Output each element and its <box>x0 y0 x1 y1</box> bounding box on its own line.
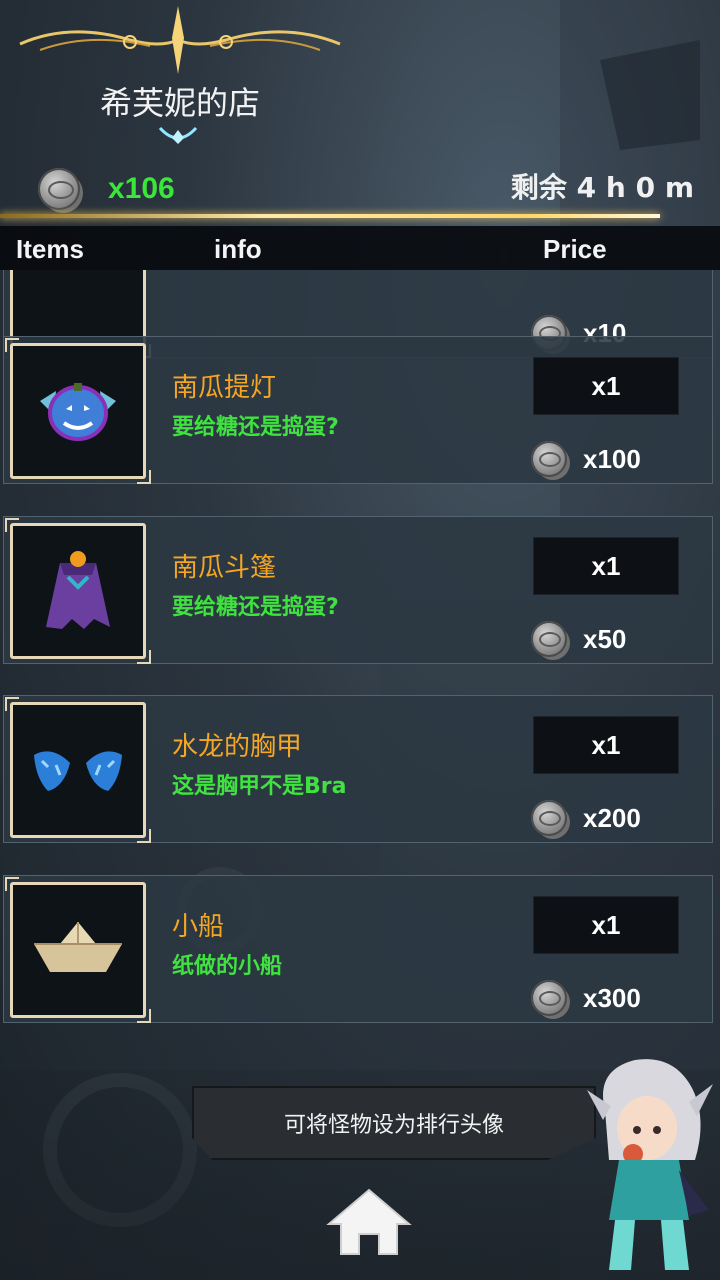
list-item[interactable]: 南瓜斗篷 要给糖还是捣蛋? x1 x50 <box>3 516 713 664</box>
coin-icon <box>531 441 567 477</box>
item-name: 水龙的胸甲 <box>172 732 303 762</box>
tip-bubble: 可将怪物设为排行头像 <box>192 1086 596 1160</box>
item-list[interactable]: x10 南瓜提灯 要给糖还是捣蛋? x1 x100 南瓜斗篷 要给糖还是捣蛋? … <box>0 270 720 1065</box>
list-item[interactable]: 南瓜提灯 要给糖还是捣蛋? x1 x100 <box>3 336 713 484</box>
shop-title: 希芙妮的店 <box>99 84 260 122</box>
buy-quantity-button[interactable]: x1 <box>533 716 679 774</box>
column-price: Price <box>543 234 607 264</box>
coin-count: x106 <box>108 172 175 205</box>
item-price: x300 <box>531 980 641 1016</box>
npc-character <box>587 1059 713 1270</box>
coin-balance: x106 <box>38 168 175 210</box>
item-description: 这是胸甲不是Bra <box>172 774 347 799</box>
list-item[interactable]: 小船 纸做的小船 x1 x300 <box>3 875 713 1023</box>
buy-quantity-button[interactable]: x1 <box>533 357 679 415</box>
title-gem-icon <box>158 126 198 144</box>
coin-icon <box>531 980 567 1016</box>
item-thumbnail <box>5 877 151 1023</box>
home-icon[interactable] <box>325 1186 413 1258</box>
gold-divider <box>0 214 660 218</box>
pumpkin-lantern-icon <box>40 383 116 441</box>
water-dragon-armor-icon <box>34 751 122 791</box>
item-name: 南瓜提灯 <box>172 373 277 403</box>
coin-icon <box>531 800 567 836</box>
list-item[interactable]: 水龙的胸甲 这是胸甲不是Bra x1 x200 <box>3 695 713 843</box>
item-name: 南瓜斗篷 <box>172 553 277 583</box>
column-headers: Items info Price <box>0 226 720 270</box>
item-description: 纸做的小船 <box>172 954 283 979</box>
time-remaining: 剩余 4 h 0 m <box>510 171 694 204</box>
item-thumbnail <box>5 338 151 484</box>
item-thumbnail <box>5 518 151 664</box>
item-name: 小船 <box>172 912 225 942</box>
item-description: 要给糖还是捣蛋? <box>172 595 339 620</box>
item-price: x200 <box>531 800 641 836</box>
coin-icon <box>531 621 567 657</box>
ornament-icon <box>19 6 341 74</box>
column-info: info <box>214 234 262 264</box>
item-price: x50 <box>531 621 626 657</box>
item-thumbnail <box>5 697 151 843</box>
buy-quantity-button[interactable]: x1 <box>533 896 679 954</box>
item-price: x100 <box>531 441 641 477</box>
coin-icon <box>38 168 80 210</box>
pumpkin-cloak-icon <box>46 551 110 629</box>
paper-boat-icon <box>34 922 122 972</box>
shop-header: 希芙妮的店 x106 剩余 4 h 0 m <box>0 0 720 230</box>
buy-quantity-button[interactable]: x1 <box>533 537 679 595</box>
item-description: 要给糖还是捣蛋? <box>172 415 339 440</box>
column-items: Items <box>16 234 84 264</box>
